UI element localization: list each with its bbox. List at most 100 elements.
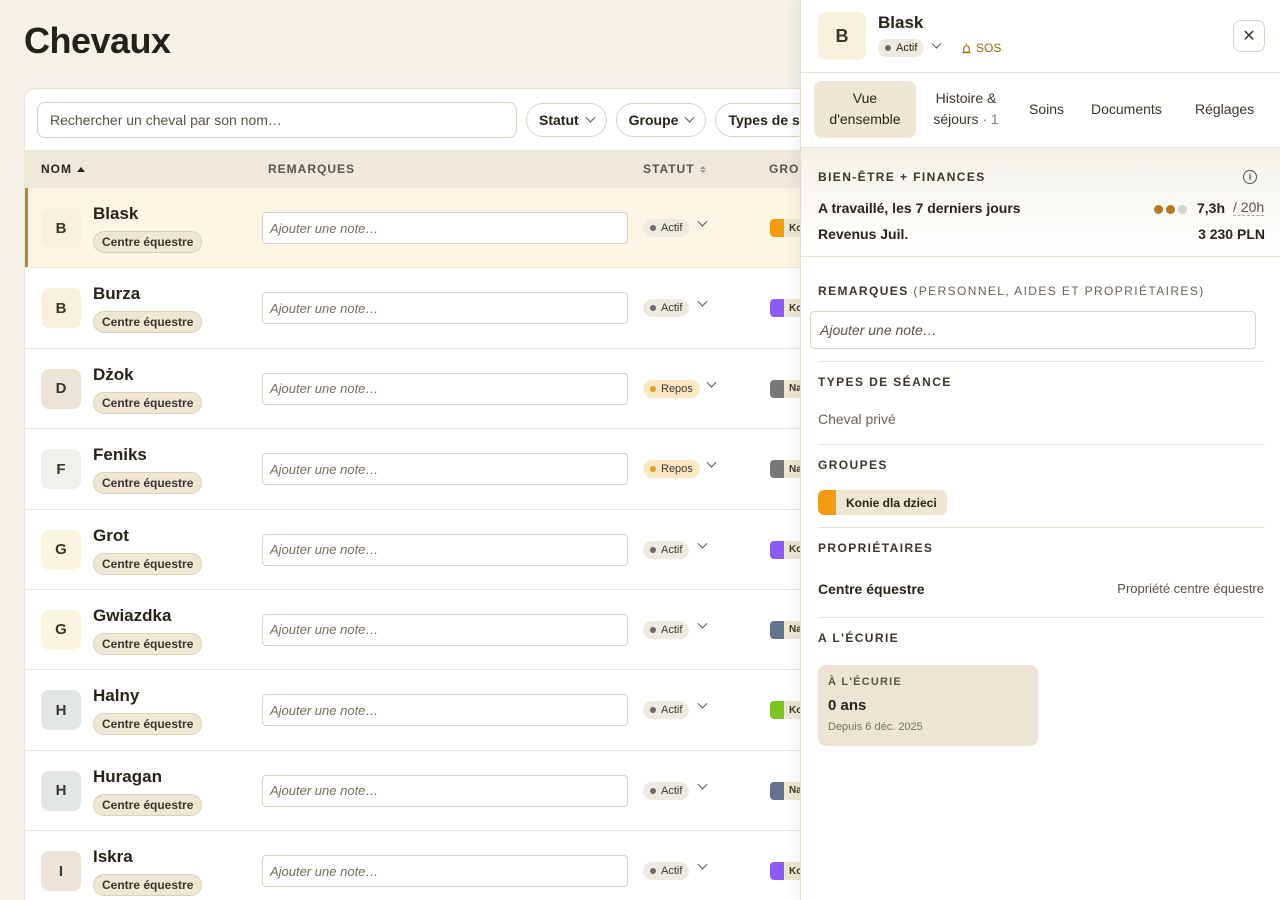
workload-dot [1154,205,1163,214]
divider [818,361,1265,362]
toolbar: Rechercher un cheval par son nom… Statut… [37,102,813,138]
status-badge[interactable]: Repos [643,460,700,479]
group-color-swatch [818,490,836,515]
table-row[interactable]: H Huragan Centre équestre Ajouter une note…… [25,751,823,832]
horse-name[interactable]: Burza [93,284,140,304]
status-badge[interactable]: Actif [643,219,690,237]
close-button[interactable]: ✕ [1233,20,1265,52]
group-color-swatch [770,701,784,720]
status-badge[interactable]: Actif [643,620,690,639]
panel-note-input[interactable]: Ajouter une note… [810,311,1256,349]
status-dot [650,707,656,714]
note-input[interactable]: Ajouter une note… [262,292,628,325]
tab-documents[interactable]: Documents [1091,99,1162,120]
table-row[interactable]: G Gwiazdka Centre équestre Ajouter une note… [25,590,823,671]
note-input[interactable]: Ajouter une note… [262,613,628,646]
horse-name[interactable]: Dżok [93,365,134,385]
group-color-swatch [770,781,784,800]
status-label: Actif [661,704,683,717]
section-title: REMARQUES [818,284,909,298]
note-input[interactable]: Ajouter une note… [262,855,628,888]
session-types-title: TYPES DE SÉANCE [818,375,952,389]
horse-name[interactable]: Feniks [93,445,147,465]
chevron-down-icon[interactable] [931,38,942,49]
table-row[interactable]: D Dżok Centre équestre Ajouter une note… Rep… [25,349,823,430]
revenue-value: 3 230 PLN [1198,226,1265,242]
tab-settings[interactable]: Réglages [1195,99,1254,120]
note-input[interactable]: Ajouter une note… [262,774,628,807]
sort-icon [699,165,706,173]
table-row[interactable]: I Iskra Centre équestre Ajouter une note… Ac… [25,831,823,900]
chevron-down-icon[interactable] [697,859,708,870]
owner-tag: Centre équestre [93,713,203,736]
table-row[interactable]: G Grot Centre équestre Ajouter une note… Act… [25,510,823,590]
status-dot [650,385,656,392]
note-input[interactable]: Ajouter une note… [262,372,628,405]
status-badge[interactable]: Actif [643,701,690,720]
chevron-down-icon[interactable] [697,216,708,227]
table-header: NOM REMARQUES STATUT GROU [25,150,823,188]
stable-card: À L'ÉCURIE 0 ans Depuis 6 déc. 2025 [818,665,1038,746]
chevron-down-icon[interactable] [697,297,708,308]
group-color-swatch [770,620,784,639]
sos-button[interactable]: SOS [961,41,1001,55]
owner-tag: Centre équestre [93,874,203,897]
status-badge[interactable]: Actif [643,540,690,559]
column-header-nom[interactable]: NOM [41,162,85,176]
avatar: F [41,449,81,490]
chevron-down-icon[interactable] [697,618,708,629]
filter-status-button[interactable]: Statut [526,103,607,137]
column-label: REMARQUES [268,162,356,176]
panel-status-badge[interactable]: Actif [878,39,925,57]
chevron-down-icon[interactable] [706,457,717,468]
horse-name[interactable]: Blask [93,204,138,224]
chevron-down-icon[interactable] [697,699,708,709]
column-label: STATUT [643,162,695,176]
group-chip[interactable]: Konie dla dzieci [818,490,947,515]
table-row[interactable]: F Feniks Centre équestre Ajouter une note… R… [25,429,823,510]
note-input[interactable]: Ajouter une note… [262,453,628,486]
tab-label: séjours [933,111,979,127]
note-input[interactable]: Ajouter une note… [262,212,628,244]
status-badge[interactable]: Repos [643,379,700,398]
column-label: NOM [41,162,72,176]
group-color-swatch [770,862,784,881]
status-label: Actif [896,42,918,54]
horse-name[interactable]: Grot [93,526,129,546]
chevron-down-icon[interactable] [697,779,708,790]
status-badge[interactable]: Actif [643,299,690,318]
horse-name[interactable]: Huragan [93,767,162,787]
status-badge[interactable]: Actif [643,781,690,800]
horse-name[interactable]: Halny [93,686,139,706]
chevron-down-icon[interactable] [706,377,717,388]
horse-name[interactable]: Iskra [93,847,133,867]
note-input[interactable]: Ajouter une note… [262,533,628,566]
table-row[interactable]: H Halny Centre équestre Ajouter une note… Ac… [25,670,823,751]
workload-dot [1178,205,1187,214]
owner-tag: Centre équestre [93,391,203,414]
column-header-remarques: REMARQUES [268,162,355,176]
column-header-statut[interactable]: STATUT [643,162,706,176]
panel-horse-name: Blask [878,13,924,32]
search-input[interactable]: Rechercher un cheval par son nom… [37,102,517,138]
status-badge[interactable]: Actif [643,862,690,881]
horse-name[interactable]: Gwiazdka [93,606,171,626]
owner-name[interactable]: Centre équestre [818,581,925,597]
status-dot [650,787,656,794]
filter-group-button[interactable]: Groupe [615,103,707,137]
stable-card-value: 0 ans [828,697,867,714]
note-input[interactable]: Ajouter une note… [262,694,628,727]
table-row[interactable]: B Blask Centre équestre Ajouter une note… Ac… [25,188,823,269]
info-icon[interactable]: i [1243,170,1257,184]
tab-care[interactable]: Soins [1029,99,1064,120]
tab-overview[interactable]: Vue d'ensemble [814,81,916,138]
table-row[interactable]: B Burza Centre équestre Ajouter une note… Ac… [25,268,823,349]
chevron-down-icon[interactable] [697,538,708,549]
stable-title: A L'ÉCURIE [818,631,900,645]
owner-tag: Centre équestre [93,472,203,495]
filter-session-type-button[interactable]: Types de s [715,103,813,137]
owners-title: PROPRIÉTAIRES [818,541,934,555]
owner-tag: Centre équestre [93,632,203,655]
tab-history[interactable]: Histoire & séjours · 1 [926,88,1006,130]
table-body: B Blask Centre équestre Ajouter une note… Ac… [25,188,823,900]
